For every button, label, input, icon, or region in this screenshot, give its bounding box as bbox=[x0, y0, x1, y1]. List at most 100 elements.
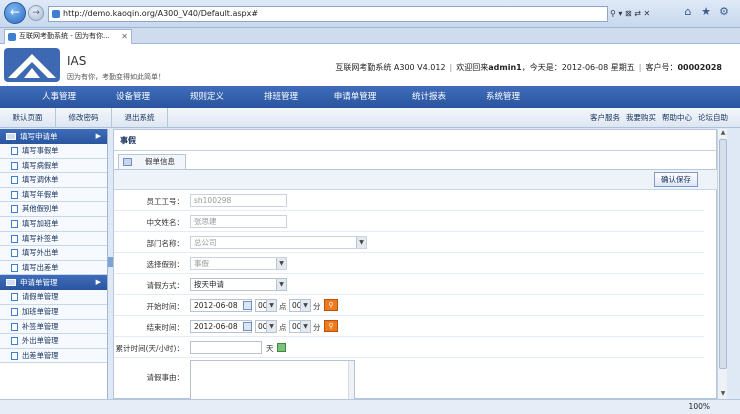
sidebar-item-trip-mgmt[interactable]: 出差单管理 bbox=[0, 348, 107, 364]
date-text: ，今天是：2012-06-08 星期五 bbox=[521, 63, 635, 72]
sidebar-item-other-leave[interactable]: 其他假别单 bbox=[0, 202, 107, 217]
sidebar-item-label: 填写外出单 bbox=[22, 248, 59, 258]
close-icon[interactable]: ✕ bbox=[121, 30, 128, 43]
sidebar-item-annual-leave[interactable]: 填写年假单 bbox=[0, 187, 107, 203]
scroll-down-icon[interactable]: ▼ bbox=[718, 390, 728, 399]
title-divider bbox=[114, 150, 718, 151]
document-icon bbox=[11, 351, 18, 360]
chevron-down-icon: ▼ bbox=[266, 321, 276, 332]
textarea-scrollbar[interactable] bbox=[348, 361, 354, 401]
row-total-time: 累计时间(天/小时)： 天 bbox=[114, 337, 704, 358]
home-icon[interactable]: ⌂ bbox=[680, 4, 696, 20]
row-employee-no: 员工工号： sh100298 bbox=[114, 190, 704, 211]
day-unit: 天 bbox=[266, 344, 274, 353]
logout-button[interactable]: 退出系统 bbox=[112, 108, 168, 128]
row-end-time: 结束时间： 2012-06-08 00 ▼ 点 00 ▼ 分 ⚲ bbox=[114, 316, 704, 337]
default-page-button[interactable]: 默认页面 bbox=[0, 108, 56, 128]
name-field[interactable]: 张思建 bbox=[190, 215, 287, 228]
document-icon bbox=[11, 234, 18, 243]
star-icon[interactable]: ★ bbox=[698, 4, 714, 20]
chevron-down-icon: ▼ bbox=[266, 300, 276, 311]
gear-icon[interactable]: ⚙ bbox=[716, 4, 732, 20]
content-panel: 事假 假单信息 确认保存 员工工号： sh100298 中文姓名： 张思建 部门… bbox=[113, 129, 718, 402]
nav-applications[interactable]: 申请单管理 bbox=[318, 86, 392, 108]
sidebar-item-outing[interactable]: 填写外出单 bbox=[0, 246, 107, 261]
name-label: 中文姓名： bbox=[146, 218, 185, 227]
sidebar-item-business-trip[interactable]: 填写出差单 bbox=[0, 260, 107, 276]
customer-number: 00002028 bbox=[677, 63, 722, 72]
reason-textarea[interactable] bbox=[190, 360, 355, 402]
site-favicon-icon bbox=[52, 10, 60, 18]
sidebar-item-outing-mgmt[interactable]: 外出单管理 bbox=[0, 334, 107, 349]
buy-link[interactable]: 我要购买 bbox=[626, 113, 656, 122]
forward-arrow-icon[interactable]: → bbox=[28, 5, 44, 21]
end-time-label: 结束时间： bbox=[146, 323, 185, 332]
department-label: 部门名称： bbox=[146, 239, 185, 248]
address-bar[interactable]: http://demo.kaoqin.org/A300_V40/Default.… bbox=[48, 6, 608, 22]
minute-unit: 分 bbox=[313, 323, 321, 332]
department-value: 总公司 bbox=[194, 238, 217, 247]
sidebar-item-overtime[interactable]: 填写加班单 bbox=[0, 216, 107, 232]
search-icon[interactable]: ⚲ bbox=[324, 299, 338, 311]
sidebar-group-fill-application[interactable]: 填写申请单 ▶ bbox=[0, 129, 107, 144]
nav-rules[interactable]: 规则定义 bbox=[170, 86, 244, 108]
minute-unit: 分 bbox=[313, 302, 321, 311]
document-icon bbox=[11, 176, 18, 185]
sidebar-item-label: 出差单管理 bbox=[22, 350, 59, 360]
calendar-icon[interactable] bbox=[243, 322, 252, 331]
nav-scheduling[interactable]: 排班管理 bbox=[244, 86, 318, 108]
start-hour-select[interactable]: 00 ▼ bbox=[255, 299, 277, 312]
nav-devices[interactable]: 设备管理 bbox=[96, 86, 170, 108]
sidebar-group-application-management[interactable]: 申请单管理 ▶ bbox=[0, 275, 107, 291]
sidebar-item-leave-mgmt[interactable]: 请假单管理 bbox=[0, 290, 107, 305]
sidebar-item-check-in-fix[interactable]: 填写补签单 bbox=[0, 231, 107, 247]
customer-service-link[interactable]: 客户服务 bbox=[590, 113, 620, 122]
end-minute-select[interactable]: 00 ▼ bbox=[289, 320, 311, 333]
sidebar-item-sick-leave[interactable]: 填写病假单 bbox=[0, 158, 107, 174]
back-arrow-icon[interactable]: ← bbox=[4, 2, 26, 24]
tab-leave-info[interactable]: 假单信息 bbox=[118, 154, 186, 169]
browser-tab[interactable]: 互联网考勤系统 - 因为有你... ✕ bbox=[4, 29, 132, 44]
sidebar-item-personal-leave[interactable]: 填写事假单 bbox=[0, 144, 107, 159]
calendar-icon[interactable] bbox=[243, 301, 252, 310]
employee-no-field[interactable]: sh100298 bbox=[190, 194, 287, 207]
zoom-level[interactable]: 100% bbox=[689, 402, 710, 411]
browser-tabbar: 互联网考勤系统 - 因为有你... ✕ bbox=[0, 28, 740, 44]
content-scrollbar[interactable]: ▲ ▼ bbox=[717, 129, 727, 399]
document-icon bbox=[11, 190, 18, 199]
address-tools[interactable]: ⚲ ▾ ⊠ ⇄ ✕ bbox=[610, 6, 670, 22]
scroll-up-icon[interactable]: ▲ bbox=[718, 129, 728, 138]
leave-method-select[interactable]: 按天申请 ▼ bbox=[190, 278, 287, 291]
leave-type-select[interactable]: 事假 ▼ bbox=[190, 257, 287, 270]
sidebar-item-time-off[interactable]: 填写调休单 bbox=[0, 173, 107, 188]
sidebar-item-label: 填写加班单 bbox=[22, 218, 59, 228]
sidebar-item-overtime-mgmt[interactable]: 加班单管理 bbox=[0, 304, 107, 320]
total-time-input[interactable] bbox=[190, 341, 262, 354]
calculator-icon[interactable] bbox=[277, 343, 286, 352]
system-name: 互联网考勤系统 A300 V4.012 bbox=[335, 63, 446, 72]
chevron-right-icon: ▶ bbox=[95, 278, 101, 287]
sidebar-item-label: 补签单管理 bbox=[22, 321, 59, 331]
help-center-link[interactable]: 帮助中心 bbox=[662, 113, 692, 122]
end-hour-select[interactable]: 00 ▼ bbox=[255, 320, 277, 333]
forum-link[interactable]: 论坛自助 bbox=[698, 113, 728, 122]
nav-system[interactable]: 系统管理 bbox=[466, 86, 540, 108]
start-minute-select[interactable]: 00 ▼ bbox=[289, 299, 311, 312]
document-icon bbox=[11, 263, 18, 272]
sub-toolbar: 默认页面 修改密码 退出系统 客户服务 我要购买 帮助中心 论坛自助 bbox=[0, 108, 740, 128]
row-leave-method: 请假方式： 按天申请 ▼ bbox=[114, 274, 704, 295]
leave-type-label: 选择假别： bbox=[146, 260, 185, 269]
nav-personnel[interactable]: 人事管理 bbox=[22, 86, 96, 108]
document-icon bbox=[11, 322, 18, 331]
save-button[interactable]: 确认保存 bbox=[654, 172, 698, 187]
department-select[interactable]: 总公司 ▼ bbox=[190, 236, 367, 249]
sidebar-item-check-in-mgmt[interactable]: 补签单管理 bbox=[0, 319, 107, 335]
document-icon bbox=[11, 205, 18, 214]
change-password-button[interactable]: 修改密码 bbox=[56, 108, 112, 128]
nav-reports[interactable]: 统计报表 bbox=[392, 86, 466, 108]
tab-favicon-icon bbox=[8, 33, 16, 41]
row-leave-type: 选择假别： 事假 ▼ bbox=[114, 253, 704, 274]
scroll-thumb[interactable] bbox=[719, 139, 727, 369]
search-icon[interactable]: ⚲ bbox=[324, 320, 338, 332]
sidebar-item-label: 填写补签单 bbox=[22, 233, 59, 243]
